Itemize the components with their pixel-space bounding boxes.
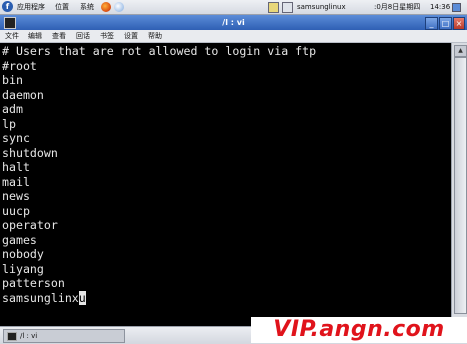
workspace-switcher-icon[interactable] bbox=[452, 3, 461, 12]
network-icon[interactable] bbox=[282, 2, 293, 13]
taskbar-button-label: /l : vi bbox=[20, 332, 38, 340]
watermark-logo: VIP.angn.com bbox=[251, 317, 467, 343]
terminal-line: operator bbox=[2, 218, 58, 232]
terminal-task-icon bbox=[7, 332, 17, 341]
window-titlebar[interactable]: /l : vi _ □ × bbox=[0, 15, 467, 30]
window-title: /l : vi bbox=[222, 18, 245, 27]
user-name[interactable]: samsunglinux bbox=[297, 2, 346, 12]
menu-edit[interactable]: 编辑 bbox=[28, 31, 42, 41]
terminal-line: patterson bbox=[2, 276, 65, 290]
minimize-button[interactable]: _ bbox=[425, 17, 438, 30]
close-button[interactable]: × bbox=[453, 17, 465, 30]
terminal-last-line-text: samsunglinx bbox=[2, 290, 79, 305]
text-cursor: u bbox=[78, 290, 86, 305]
menu-applications[interactable]: 应用程序 bbox=[17, 2, 45, 12]
menu-places[interactable]: 位置 bbox=[55, 2, 69, 12]
menubar: 文件 编辑 查看 回话 书签 设置 帮助 bbox=[0, 30, 467, 43]
fedora-logo-icon[interactable]: f bbox=[2, 1, 13, 12]
menu-session[interactable]: 回话 bbox=[76, 31, 90, 41]
mail-client-icon[interactable] bbox=[114, 2, 124, 12]
terminal-line: shutdown bbox=[2, 145, 58, 160]
scroll-up-arrow-icon[interactable]: ▲ bbox=[454, 45, 467, 57]
terminal-line: #root bbox=[2, 58, 37, 73]
scrollbar-thumb[interactable] bbox=[454, 57, 467, 314]
terminal-line: games bbox=[2, 232, 37, 247]
terminal-line: nobody bbox=[2, 247, 44, 261]
vertical-scrollbar[interactable]: ▲ bbox=[451, 43, 467, 326]
top-panel: f 应用程序 位置 系统 samsunglinux :0月8日星期四 14:36 bbox=[0, 0, 467, 15]
terminal-line: # Users that are rot allowed to login vi… bbox=[2, 44, 317, 58]
menu-settings[interactable]: 设置 bbox=[124, 31, 138, 41]
clock[interactable]: 14:36 bbox=[430, 2, 450, 12]
date-label[interactable]: :0月8日星期四 bbox=[374, 2, 420, 12]
menu-view[interactable]: 查看 bbox=[52, 31, 66, 41]
menu-file[interactable]: 文件 bbox=[5, 31, 19, 41]
terminal-line: adm bbox=[2, 102, 23, 116]
menu-bookmarks[interactable]: 书签 bbox=[100, 31, 114, 41]
terminal-line: mail bbox=[2, 174, 30, 189]
terminal-line: sync bbox=[2, 131, 30, 145]
taskbar-button-terminal[interactable]: /l : vi bbox=[3, 329, 125, 343]
notes-icon[interactable] bbox=[268, 2, 279, 13]
terminal-line: lp bbox=[2, 116, 16, 131]
terminal-line: halt bbox=[2, 160, 30, 174]
terminal-line: news bbox=[2, 189, 30, 203]
terminal-line: samsunglinxu bbox=[2, 290, 86, 306]
menu-system[interactable]: 系统 bbox=[80, 2, 94, 12]
terminal-line: liyang bbox=[2, 261, 44, 276]
terminal-line: uucp bbox=[2, 203, 30, 218]
terminal-line: daemon bbox=[2, 87, 44, 102]
maximize-button[interactable]: □ bbox=[439, 17, 452, 30]
terminal-line: bin bbox=[2, 73, 23, 87]
menu-help[interactable]: 帮助 bbox=[148, 31, 162, 41]
terminal-area[interactable]: # Users that are rot allowed to login vi… bbox=[0, 43, 451, 326]
firefox-icon[interactable] bbox=[101, 2, 111, 12]
